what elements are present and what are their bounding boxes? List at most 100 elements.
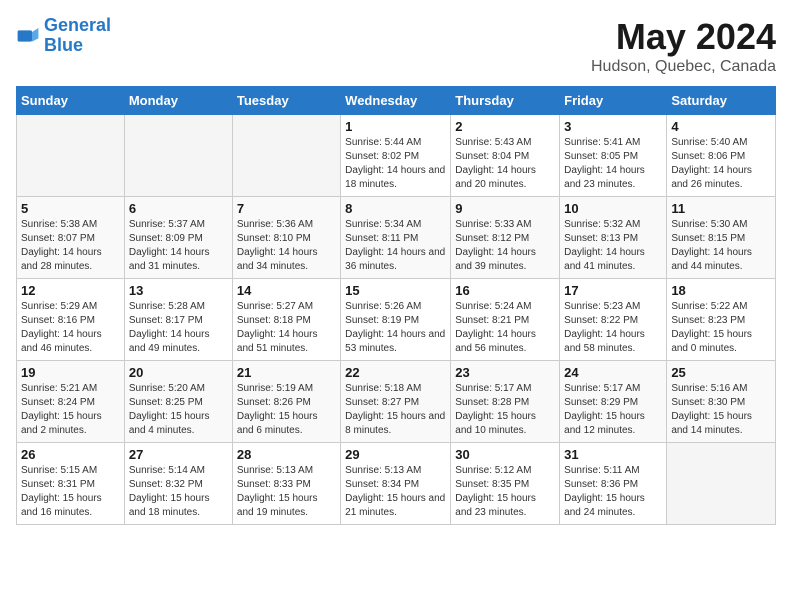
calendar-cell: 16 Sunrise: 5:24 AM Sunset: 8:21 PM Dayli… xyxy=(451,279,560,361)
day-number: 11 xyxy=(671,201,771,216)
calendar-cell: 21 Sunrise: 5:19 AM Sunset: 8:26 PM Dayli… xyxy=(232,361,340,443)
day-info: Sunrise: 5:37 AM Sunset: 8:09 PM Dayligh… xyxy=(129,218,228,274)
logo-icon xyxy=(16,24,40,48)
calendar-cell: 27 Sunrise: 5:14 AM Sunset: 8:32 PM Dayli… xyxy=(124,443,232,525)
calendar-cell: 1 Sunrise: 5:44 AM Sunset: 8:02 PM Daylig… xyxy=(341,115,451,197)
calendar-cell: 11 Sunrise: 5:30 AM Sunset: 8:15 PM Dayli… xyxy=(667,197,776,279)
calendar-cell: 30 Sunrise: 5:12 AM Sunset: 8:35 PM Dayli… xyxy=(451,443,560,525)
day-info: Sunrise: 5:28 AM Sunset: 8:17 PM Dayligh… xyxy=(129,300,228,356)
day-number: 5 xyxy=(21,201,120,216)
day-header-saturday: Saturday xyxy=(667,87,776,115)
day-number: 19 xyxy=(21,365,120,380)
calendar-cell: 8 Sunrise: 5:34 AM Sunset: 8:11 PM Daylig… xyxy=(341,197,451,279)
day-info: Sunrise: 5:27 AM Sunset: 8:18 PM Dayligh… xyxy=(237,300,336,356)
calendar-cell xyxy=(124,115,232,197)
calendar-subtitle: Hudson, Quebec, Canada xyxy=(591,58,776,76)
day-number: 2 xyxy=(455,119,555,134)
calendar-cell: 22 Sunrise: 5:18 AM Sunset: 8:27 PM Dayli… xyxy=(341,361,451,443)
day-number: 21 xyxy=(237,365,336,380)
day-number: 1 xyxy=(345,119,446,134)
day-info: Sunrise: 5:20 AM Sunset: 8:25 PM Dayligh… xyxy=(129,382,228,438)
calendar-cell: 19Sunrise: 5:21 AM Sunset: 8:24 PM Dayli… xyxy=(17,361,125,443)
day-number: 29 xyxy=(345,447,446,462)
day-number: 10 xyxy=(564,201,662,216)
day-header-tuesday: Tuesday xyxy=(232,87,340,115)
day-number: 9 xyxy=(455,201,555,216)
day-info: Sunrise: 5:38 AM Sunset: 8:07 PM Dayligh… xyxy=(21,218,120,274)
day-number: 14 xyxy=(237,283,336,298)
day-info: Sunrise: 5:22 AM Sunset: 8:23 PM Dayligh… xyxy=(671,300,771,356)
day-info: Sunrise: 5:41 AM Sunset: 8:05 PM Dayligh… xyxy=(564,136,662,192)
calendar-table: SundayMondayTuesdayWednesdayThursdayFrid… xyxy=(16,86,776,525)
day-number: 22 xyxy=(345,365,446,380)
calendar-cell: 3 Sunrise: 5:41 AM Sunset: 8:05 PM Daylig… xyxy=(560,115,667,197)
day-number: 7 xyxy=(237,201,336,216)
calendar-cell: 31 Sunrise: 5:11 AM Sunset: 8:36 PM Dayli… xyxy=(560,443,667,525)
day-number: 20 xyxy=(129,365,228,380)
calendar-title: May 2024 xyxy=(591,16,776,58)
calendar-cell: 20 Sunrise: 5:20 AM Sunset: 8:25 PM Dayli… xyxy=(124,361,232,443)
day-info: Sunrise: 5:32 AM Sunset: 8:13 PM Dayligh… xyxy=(564,218,662,274)
day-info: Sunrise: 5:43 AM Sunset: 8:04 PM Dayligh… xyxy=(455,136,555,192)
day-number: 24 xyxy=(564,365,662,380)
day-number: 17 xyxy=(564,283,662,298)
day-info: Sunrise: 5:15 AM Sunset: 8:31 PM Dayligh… xyxy=(21,464,120,520)
day-info: Sunrise: 5:30 AM Sunset: 8:15 PM Dayligh… xyxy=(671,218,771,274)
calendar-cell xyxy=(17,115,125,197)
day-number: 3 xyxy=(564,119,662,134)
calendar-cell: 28Sunrise: 5:13 AM Sunset: 8:33 PM Dayli… xyxy=(232,443,340,525)
day-header-wednesday: Wednesday xyxy=(341,87,451,115)
day-number: 13 xyxy=(129,283,228,298)
day-info: Sunrise: 5:18 AM Sunset: 8:27 PM Dayligh… xyxy=(345,382,446,438)
calendar-cell xyxy=(232,115,340,197)
calendar-cell: 4Sunrise: 5:40 AM Sunset: 8:06 PM Daylig… xyxy=(667,115,776,197)
day-info: Sunrise: 5:40 AM Sunset: 8:06 PM Dayligh… xyxy=(671,136,771,192)
day-number: 18 xyxy=(671,283,771,298)
calendar-cell: 10 Sunrise: 5:32 AM Sunset: 8:13 PM Dayli… xyxy=(560,197,667,279)
day-number: 23 xyxy=(455,365,555,380)
calendar-cell: 5 Sunrise: 5:38 AM Sunset: 8:07 PM Daylig… xyxy=(17,197,125,279)
calendar-cell xyxy=(667,443,776,525)
day-number: 31 xyxy=(564,447,662,462)
logo-text: General Blue xyxy=(44,16,111,56)
calendar-cell: 17 Sunrise: 5:23 AM Sunset: 8:22 PM Dayli… xyxy=(560,279,667,361)
day-info: Sunrise: 5:24 AM Sunset: 8:21 PM Dayligh… xyxy=(455,300,555,356)
day-info: Sunrise: 5:34 AM Sunset: 8:11 PM Dayligh… xyxy=(345,218,446,274)
day-number: 26 xyxy=(21,447,120,462)
day-number: 30 xyxy=(455,447,555,462)
calendar-cell: 18 Sunrise: 5:22 AM Sunset: 8:23 PM Dayli… xyxy=(667,279,776,361)
day-info: Sunrise: 5:17 AM Sunset: 8:28 PM Dayligh… xyxy=(455,382,555,438)
day-info: Sunrise: 5:17 AM Sunset: 8:29 PM Dayligh… xyxy=(564,382,662,438)
day-number: 6 xyxy=(129,201,228,216)
calendar-cell: 12Sunrise: 5:29 AM Sunset: 8:16 PM Dayli… xyxy=(17,279,125,361)
page-header: General Blue May 2024 Hudson, Quebec, Ca… xyxy=(16,16,776,76)
day-info: Sunrise: 5:13 AM Sunset: 8:33 PM Dayligh… xyxy=(237,464,336,520)
day-number: 25 xyxy=(671,365,771,380)
title-area: May 2024 Hudson, Quebec, Canada xyxy=(591,16,776,76)
calendar-cell: 13 Sunrise: 5:28 AM Sunset: 8:17 PM Dayli… xyxy=(124,279,232,361)
calendar-cell: 14 Sunrise: 5:27 AM Sunset: 8:18 PM Dayli… xyxy=(232,279,340,361)
calendar-cell: 25 Sunrise: 5:16 AM Sunset: 8:30 PM Dayli… xyxy=(667,361,776,443)
day-info: Sunrise: 5:13 AM Sunset: 8:34 PM Dayligh… xyxy=(345,464,446,520)
day-info: Sunrise: 5:33 AM Sunset: 8:12 PM Dayligh… xyxy=(455,218,555,274)
day-header-friday: Friday xyxy=(560,87,667,115)
day-info: Sunrise: 5:11 AM Sunset: 8:36 PM Dayligh… xyxy=(564,464,662,520)
day-info: Sunrise: 5:19 AM Sunset: 8:26 PM Dayligh… xyxy=(237,382,336,438)
calendar-cell: 26 Sunrise: 5:15 AM Sunset: 8:31 PM Dayli… xyxy=(17,443,125,525)
app-logo: General Blue xyxy=(16,16,111,56)
calendar-cell: 15Sunrise: 5:26 AM Sunset: 8:19 PM Dayli… xyxy=(341,279,451,361)
day-info: Sunrise: 5:23 AM Sunset: 8:22 PM Dayligh… xyxy=(564,300,662,356)
day-number: 12 xyxy=(21,283,120,298)
day-info: Sunrise: 5:26 AM Sunset: 8:19 PM Dayligh… xyxy=(345,300,446,356)
day-info: Sunrise: 5:36 AM Sunset: 8:10 PM Dayligh… xyxy=(237,218,336,274)
day-info: Sunrise: 5:14 AM Sunset: 8:32 PM Dayligh… xyxy=(129,464,228,520)
day-info: Sunrise: 5:44 AM Sunset: 8:02 PM Dayligh… xyxy=(345,136,446,192)
calendar-cell: 29 Sunrise: 5:13 AM Sunset: 8:34 PM Dayli… xyxy=(341,443,451,525)
day-info: Sunrise: 5:12 AM Sunset: 8:35 PM Dayligh… xyxy=(455,464,555,520)
day-number: 27 xyxy=(129,447,228,462)
day-info: Sunrise: 5:16 AM Sunset: 8:30 PM Dayligh… xyxy=(671,382,771,438)
calendar-cell: 7 Sunrise: 5:36 AM Sunset: 8:10 PM Daylig… xyxy=(232,197,340,279)
day-number: 16 xyxy=(455,283,555,298)
day-number: 8 xyxy=(345,201,446,216)
calendar-cell: 24 Sunrise: 5:17 AM Sunset: 8:29 PM Dayli… xyxy=(560,361,667,443)
